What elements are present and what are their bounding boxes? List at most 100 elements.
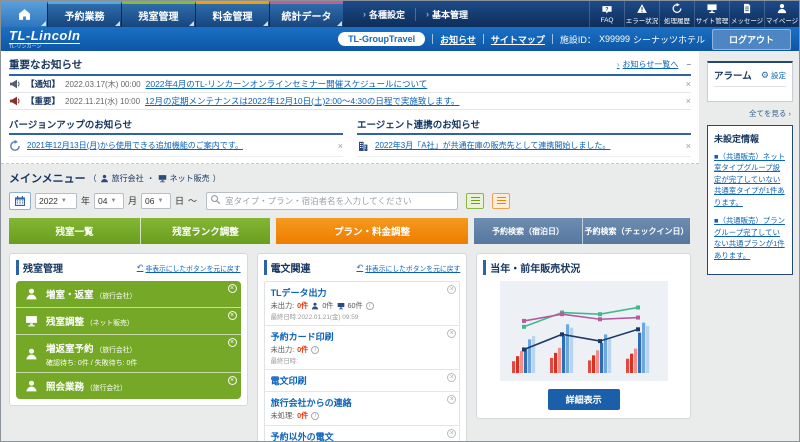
close-icon[interactable]: × xyxy=(447,429,457,438)
row-label: 増室・返室 xyxy=(46,290,94,301)
tl-data-output-item[interactable]: TLデータ出力 未出力: 0件 0件 60件 i 最終日時:2022.01.21… xyxy=(265,282,460,325)
nav-secondary-links: › 各種設定 › 基本管理 xyxy=(353,1,478,27)
message-button[interactable]: メッセージ xyxy=(729,1,764,27)
tab-room-inventory[interactable]: 残室管理 xyxy=(121,1,195,27)
stat-value: 0件 xyxy=(297,345,309,354)
reservation-search-checkin-button[interactable]: 予約検索（チェックイン日） xyxy=(582,218,690,244)
group-travel-button[interactable]: TL-GroupTravel xyxy=(338,32,426,46)
brand-bar-right: TL-GroupTravel お知らせ サイトマップ 施設ID： X99999 … xyxy=(338,28,791,50)
close-icon[interactable]: × xyxy=(686,96,691,106)
tab-statistics[interactable]: 統計データ xyxy=(269,1,343,27)
news-link[interactable]: 12月の定期メンテナンスは2022年12月10日(土)2:00～4:30の日程で… xyxy=(145,95,460,107)
unset-plan-group-link[interactable]: ■（共通販売）プラングループ完了していない共通プランが1件あります。 xyxy=(714,215,786,261)
reservation-search-stay-button[interactable]: 予約検索（宿泊日） xyxy=(474,218,582,244)
orange-list-toggle[interactable] xyxy=(492,192,511,209)
close-icon[interactable]: × xyxy=(227,376,237,385)
day-select[interactable]: 06 ▼ xyxy=(141,192,172,209)
search-input[interactable] xyxy=(206,192,459,210)
nav-link-basic-admin[interactable]: › 基本管理 xyxy=(415,7,478,21)
close-icon[interactable]: × xyxy=(447,373,457,382)
close-icon[interactable]: × xyxy=(338,141,343,151)
restore-hidden-buttons-link[interactable]: ↶ 非表示にしたボタンを元に戻す xyxy=(137,263,241,273)
year-select[interactable]: 2022 ▼ xyxy=(35,192,77,209)
info-icon[interactable]: i xyxy=(311,346,320,354)
nav-link-settings[interactable]: › 各種設定 xyxy=(353,8,415,21)
room-list-button[interactable]: 残室一覧 xyxy=(9,218,140,244)
alarm-title: アラーム xyxy=(714,71,752,82)
chevron-right-icon: › xyxy=(363,9,366,19)
news-list-link-label: お知らせ一覧へ xyxy=(622,60,679,69)
close-icon[interactable]: × xyxy=(686,141,691,151)
tab-reservation[interactable]: 予約業務 xyxy=(47,1,121,27)
logo-subtitle: TL-リンカーン xyxy=(9,44,42,50)
facility-name: シーナッツホテル xyxy=(632,34,705,45)
news-list-link[interactable]: › お知らせ一覧へ xyxy=(617,59,679,70)
person-icon xyxy=(25,347,38,360)
calendar-button[interactable] xyxy=(9,191,31,210)
dashboard-panels: 残室管理 ↶ 非表示にしたボタンを元に戻す 増室・返室 （旅行会社） × 残室調… xyxy=(9,253,691,441)
add-return-room-button[interactable]: 増室・返室 （旅行会社） × xyxy=(16,281,241,307)
info-icon[interactable]: i xyxy=(311,412,320,420)
news-link[interactable]: 2022年4月のTL-リンカーンオンラインセミナー開催スケジュールについて xyxy=(146,78,428,90)
agency-contact-item[interactable]: 旅行会社からの連絡 未処理: 0件 i × xyxy=(264,391,460,425)
info-icon[interactable]: i xyxy=(365,302,374,310)
green-list-toggle[interactable] xyxy=(466,192,485,209)
logout-button[interactable]: ログアウト xyxy=(711,28,791,50)
close-icon[interactable]: × xyxy=(227,311,237,320)
agent-news-link[interactable]: 2022年3月「A社」が共通在庫の販売先として連携開始しました。 xyxy=(375,140,610,151)
room-rank-adjust-button[interactable]: 残室ランク調整 xyxy=(140,218,270,244)
add-return-reservation-button[interactable]: 増返室予約 （旅行会社） 確認待ち: 0件 / 失敗待ち: 0件 × xyxy=(16,334,241,372)
warning-icon xyxy=(636,3,648,14)
history-button[interactable]: 処理履歴 xyxy=(659,1,694,27)
close-icon[interactable]: × xyxy=(447,395,457,404)
item-title: 旅行会社からの連絡 xyxy=(270,398,352,408)
unset-info-title: 未設定情報 xyxy=(714,134,760,144)
faq-label: FAQ xyxy=(600,16,614,24)
close-icon[interactable]: × xyxy=(227,338,237,347)
non-reservation-message-item[interactable]: 予約以外の電文 未処理: 0件 i × xyxy=(264,425,460,441)
faq-button[interactable]: FAQ xyxy=(589,1,624,27)
month-select[interactable]: 04 ▼ xyxy=(94,192,125,209)
plan-rate-adjust-button[interactable]: プラン・料金調整 xyxy=(276,218,468,244)
version-news-link[interactable]: 2021年12月13日(月)から使用できる追加機能のご案内です。 xyxy=(27,140,243,151)
error-status-button[interactable]: エラー状況 xyxy=(624,1,659,27)
reservation-card-print-item[interactable]: 予約カード印刷 未出力: 0件 i 最終日時: × xyxy=(264,325,460,369)
nav-link-settings-label: 各種設定 xyxy=(369,9,406,20)
mypage-button[interactable]: マイページ xyxy=(764,1,799,27)
notice-link[interactable]: お知らせ xyxy=(440,33,476,46)
last-datetime: 最終日時:2022.01.21(金) 09:59 xyxy=(270,314,359,321)
row-note: （ネット販売） xyxy=(86,320,134,327)
monitor-icon xyxy=(158,174,167,183)
close-icon[interactable]: × xyxy=(686,79,691,89)
tab-rate-management[interactable]: 料金管理 xyxy=(195,1,269,27)
restore-hidden-buttons-link[interactable]: ↶ 非表示にしたボタンを元に戻す xyxy=(356,263,460,273)
sitemap-link[interactable]: サイトマップ xyxy=(491,33,545,46)
document-icon xyxy=(741,3,753,14)
detail-view-button[interactable]: 詳細表示 xyxy=(547,389,620,410)
close-icon[interactable]: × xyxy=(447,285,457,294)
close-icon[interactable]: × xyxy=(227,284,237,293)
mypage-label: マイページ xyxy=(765,18,799,25)
view-all-link[interactable]: 全てを見る › xyxy=(709,108,791,119)
history-label: 処理履歴 xyxy=(664,18,690,25)
message-label: メッセージ xyxy=(730,18,764,25)
chevron-right-icon: › xyxy=(788,109,792,118)
facility-info: 施設ID： X99999 シーナッツホテル xyxy=(560,33,705,46)
agent-news-row: 2022年3月「A社」が共通在庫の販売先として連携開始しました。 × xyxy=(357,135,691,157)
alarm-settings-link[interactable]: ⚙ 設定 xyxy=(761,70,786,81)
room-adjust-button[interactable]: 残室調整 （ネット販売） × xyxy=(16,307,241,334)
site-admin-button[interactable]: サイト管理 xyxy=(694,1,729,27)
message-print-item[interactable]: 電文印刷 × xyxy=(264,369,460,391)
collapse-button[interactable]: − xyxy=(686,60,691,69)
net-sales-label: ネット販売 xyxy=(169,173,210,183)
brand-bar: TL-Lincoln TL-リンカーン TL-GroupTravel お知らせ … xyxy=(1,27,799,51)
facility-id-value: X99999 xyxy=(598,34,630,44)
close-icon[interactable]: × xyxy=(447,329,457,338)
sales-chart-wrap xyxy=(483,281,684,381)
sales-mini-chart xyxy=(499,281,668,381)
home-button[interactable] xyxy=(1,1,47,27)
unset-room-type-link[interactable]: ■（共通販売）ネット室タイプグループ設定が完了していない共通室タイプが1件ありま… xyxy=(714,151,786,208)
chevron-right-icon: › xyxy=(426,9,430,19)
inquiry-button[interactable]: 照会業務 （旅行会社） × xyxy=(16,372,241,399)
tl-lincoln-logo[interactable]: TL-Lincoln TL-リンカーン xyxy=(9,28,81,50)
